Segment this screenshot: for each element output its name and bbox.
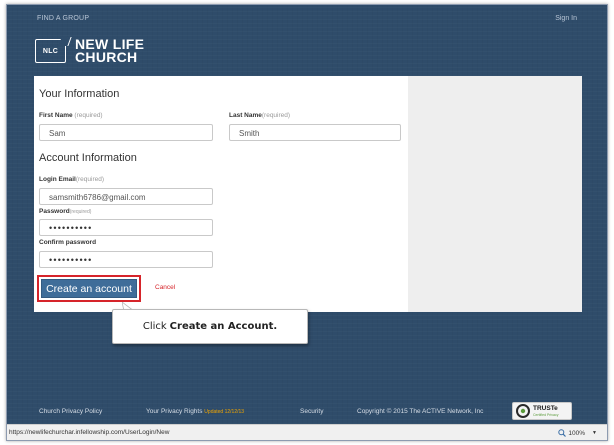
cancel-link[interactable]: Cancel <box>155 284 175 291</box>
login-email-label: Login Email(required) <box>39 176 104 183</box>
your-information-title: Your Information <box>39 88 120 100</box>
church-logo[interactable]: NLC NEW LIFE CHURCH <box>35 36 144 66</box>
browser-window: FIND A GROUP Sign In NLC NEW LIFE CHURCH… <box>6 4 608 441</box>
password-required: (required) <box>69 209 92 215</box>
privacy-rights-link[interactable]: Your Privacy Rights Updated 12/12/13 <box>146 408 244 415</box>
church-privacy-policy-link[interactable]: Church Privacy Policy <box>39 408 102 415</box>
logo-badge: NLC <box>35 39 66 63</box>
signup-form: Your Information First Name (required) S… <box>34 76 408 312</box>
first-name-label: First Name (required) <box>39 112 103 119</box>
last-name-field[interactable]: Smith <box>229 124 401 141</box>
login-email-field[interactable]: samsmith6786@gmail.com <box>39 188 213 205</box>
browser-status-bar: https://newlifechurchar.infellowship.com… <box>7 424 607 440</box>
truste-logo-icon <box>516 404 530 418</box>
truste-seal[interactable]: TRUSTe Certified Privacy <box>512 402 572 420</box>
page-background: FIND A GROUP Sign In NLC NEW LIFE CHURCH… <box>7 5 607 424</box>
confirm-password-field[interactable]: •••••••••• <box>39 251 213 268</box>
first-name-field[interactable]: Sam <box>39 124 213 141</box>
callout-prefix: Click <box>142 321 167 332</box>
first-name-label-text: First Name <box>39 112 73 119</box>
zoom-level: 100% <box>568 429 586 437</box>
first-name-required: (required) <box>72 112 103 119</box>
top-nav: FIND A GROUP Sign In <box>7 5 607 27</box>
last-name-required: (required) <box>261 112 291 119</box>
sign-in-link[interactable]: Sign In <box>555 15 577 22</box>
security-link[interactable]: Security <box>300 408 323 415</box>
truste-name: TRUSTe <box>533 405 558 412</box>
find-a-group-link[interactable]: FIND A GROUP <box>37 15 89 22</box>
instruction-callout: Click Create an Account. <box>112 309 308 344</box>
create-account-button[interactable]: Create an account <box>41 279 137 298</box>
status-url: https://newlifechurchar.infellowship.com… <box>9 429 170 436</box>
last-name-label: Last Name(required) <box>229 112 290 119</box>
footer: Church Privacy Policy Your Privacy Right… <box>7 401 607 426</box>
privacy-rights-text: Your Privacy Rights <box>146 408 203 415</box>
zoom-magnifier-icon <box>558 429 567 437</box>
truste-subtitle: Certified Privacy <box>533 413 559 417</box>
logo-line-2: CHURCH <box>75 49 138 65</box>
login-email-label-text: Login Email <box>39 176 76 183</box>
zoom-dropdown-icon[interactable]: ▼ <box>592 430 597 436</box>
password-label: Password(required) <box>39 208 91 215</box>
create-account-highlight: Create an account <box>37 275 141 302</box>
password-field[interactable]: •••••••••• <box>39 219 213 236</box>
privacy-updated-text: Updated 12/12/13 <box>204 409 245 415</box>
callout-action: Create an Account. <box>169 321 278 332</box>
confirm-password-label: Confirm password <box>39 239 97 246</box>
side-panel <box>408 76 582 312</box>
password-label-text: Password <box>39 208 70 215</box>
account-information-title: Account Information <box>39 152 137 164</box>
last-name-label-text: Last Name <box>229 112 262 119</box>
zoom-control[interactable]: 100% ▼ <box>558 429 597 437</box>
logo-name: NEW LIFE CHURCH <box>75 37 144 65</box>
login-email-required: (required) <box>75 176 105 183</box>
copyright-text: Copyright © 2015 The ACTIVE Network, Inc <box>357 408 484 415</box>
